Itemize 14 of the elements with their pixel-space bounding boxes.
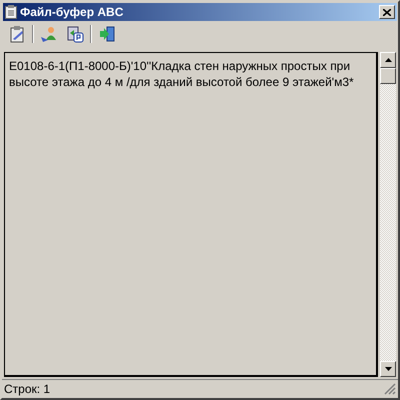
down-arrow-icon — [384, 367, 392, 371]
scroll-down-button[interactable] — [380, 361, 396, 377]
text-area[interactable]: Е0108-6-1(П1-8000-Б)'10''Кладка стен наружных простых при высоте этажа до 4 м /для зданий высотой более 9 этажей'м3* — [4, 52, 378, 377]
status-text: Строк: 1 — [4, 382, 50, 396]
scrollbar[interactable] — [380, 52, 396, 377]
close-button[interactable] — [379, 5, 395, 19]
scroll-thumb[interactable] — [380, 68, 396, 84]
window-title: Файл-буфер ABC — [20, 5, 124, 19]
clipboard-icon — [5, 5, 17, 19]
resize-grip-icon[interactable] — [384, 383, 396, 395]
scroll-up-button[interactable] — [380, 52, 396, 68]
up-arrow-icon — [384, 58, 392, 62]
close-icon — [383, 8, 391, 16]
content-text: Е0108-6-1(П1-8000-Б)'10''Кладка стен наружных простых при высоте этажа до 4 м /для зданий высотой более 9 этажей'м3* — [9, 58, 355, 90]
